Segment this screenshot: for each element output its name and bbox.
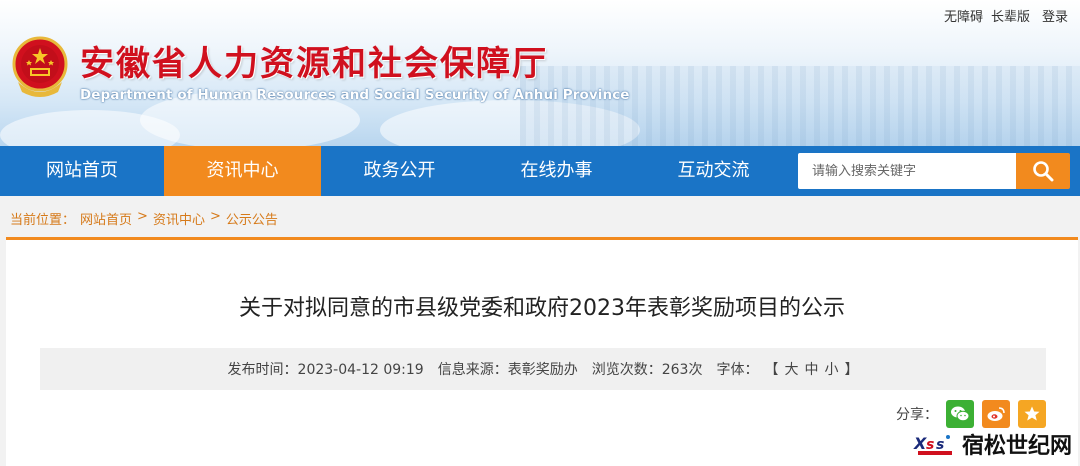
weibo-icon xyxy=(987,407,1005,421)
font-size-label: 字体： xyxy=(716,362,759,378)
national-emblem-icon xyxy=(12,36,68,97)
site-title[interactable]: 安徽省人力资源和社会保障厅 xyxy=(80,36,548,85)
wechat-icon xyxy=(951,406,970,422)
breadcrumb-separator: > xyxy=(137,209,148,224)
font-size-large[interactable]: 大 xyxy=(784,359,798,379)
svg-text:s: s xyxy=(926,437,934,453)
nav-item-online-services[interactable]: 在线办事 xyxy=(478,146,635,196)
search-input[interactable] xyxy=(798,153,1016,189)
article-title: 关于对拟同意的市县级党委和政府2023年表彰奖励项目的公示 xyxy=(239,296,845,321)
share-label: 分享： xyxy=(896,407,938,423)
svg-text:s: s xyxy=(936,437,944,453)
nav-item-government-affairs[interactable]: 政务公开 xyxy=(321,146,478,196)
site-header: 无障碍 长辈版 登录 安徽省人力资源和社会保障厅 Department of H… xyxy=(0,0,1080,146)
share-weibo-button[interactable] xyxy=(982,400,1010,428)
login-link[interactable]: 登录 xyxy=(1042,6,1068,25)
svg-text:X: X xyxy=(913,434,927,453)
view-count: 浏览次数：263次 xyxy=(591,362,703,378)
info-source: 信息来源：表彰奖励办 xyxy=(437,362,578,378)
font-size-bracket-close: 】 xyxy=(844,362,859,378)
breadcrumb: 当前位置： 网站首页 > 资讯中心 > 公示公告 xyxy=(0,196,1080,238)
publish-time: 发布时间：2023-04-12 09:19 xyxy=(227,362,424,378)
breadcrumb-news[interactable]: 资讯中心 xyxy=(153,209,205,238)
elder-mode-link[interactable]: 长辈版 xyxy=(991,6,1030,25)
watermark-logo-icon: X s s xyxy=(913,434,952,455)
article-meta: 发布时间：2023-04-12 09:19 信息来源：表彰奖励办 浏览次数：26… xyxy=(40,348,1046,390)
nav-item-home[interactable]: 网站首页 xyxy=(0,146,164,196)
breadcrumb-announcements[interactable]: 公示公告 xyxy=(226,209,278,238)
search-bar xyxy=(798,153,1070,189)
breadcrumb-separator: > xyxy=(209,209,221,224)
top-links: 无障碍 长辈版 登录 xyxy=(944,6,1068,25)
site-subtitle: Department of Human Resources and Social… xyxy=(80,87,630,103)
font-size-selector: 字体： 【 大 中 小 】 xyxy=(716,359,858,379)
watermark-text: 宿松世纪网 xyxy=(961,434,1072,459)
skyline-decoration xyxy=(520,66,1080,146)
breadcrumb-home[interactable]: 网站首页 xyxy=(80,209,132,238)
breadcrumb-prefix: 当前位置： xyxy=(10,213,76,228)
font-size-medium[interactable]: 中 xyxy=(804,359,818,379)
search-button[interactable] xyxy=(1016,153,1070,189)
nav-item-interaction[interactable]: 互动交流 xyxy=(635,146,792,196)
search-icon xyxy=(1033,161,1054,182)
share-favorite-button[interactable] xyxy=(1018,400,1046,428)
nav-item-news[interactable]: 资讯中心 xyxy=(164,146,321,196)
main-nav: 网站首页 资讯中心 政务公开 在线办事 互动交流 xyxy=(0,146,1080,196)
font-size-small[interactable]: 小 xyxy=(824,359,838,379)
source-watermark: X s s 宿松世纪网 xyxy=(912,428,1072,460)
share-bar: 分享： xyxy=(896,400,1046,428)
accessibility-link[interactable]: 无障碍 xyxy=(944,6,983,25)
favorite-star-icon xyxy=(1024,406,1040,421)
font-size-bracket-open: 【 xyxy=(764,362,779,378)
article-container: 关于对拟同意的市县级党委和政府2023年表彰奖励项目的公示 发布时间：2023-… xyxy=(6,240,1078,466)
share-wechat-button[interactable] xyxy=(946,400,974,428)
